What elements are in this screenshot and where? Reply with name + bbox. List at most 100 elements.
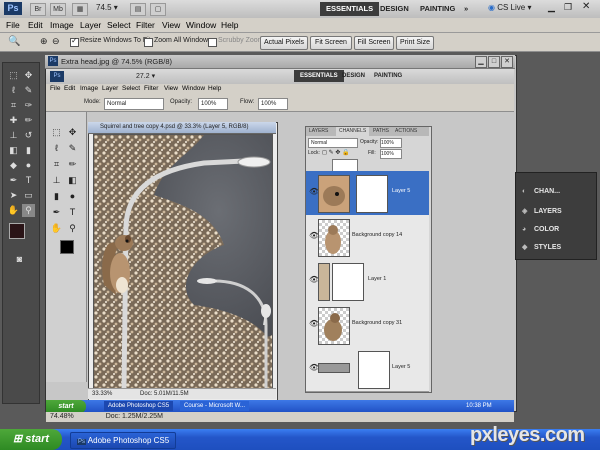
lock-icons[interactable]: ◻ ✎ ✥ 🔒 bbox=[322, 149, 350, 156]
eraser-tool-icon[interactable]: ◧ bbox=[7, 144, 20, 157]
inner-menu-layer[interactable]: Layer bbox=[102, 85, 118, 92]
eye-icon[interactable]: 👁 bbox=[309, 231, 319, 240]
tab-channels[interactable]: CHANNELS bbox=[336, 127, 370, 136]
inner-menu-edit[interactable]: Edit bbox=[64, 85, 75, 92]
eye-icon[interactable]: 👁 bbox=[309, 319, 319, 328]
quick-select-icon[interactable]: ✎ bbox=[22, 84, 35, 97]
inner-crop-icon[interactable]: ⌗ bbox=[50, 158, 63, 171]
zoom-in-icon[interactable]: ⊕ bbox=[40, 36, 48, 47]
history-brush-icon[interactable]: ↺ bbox=[22, 129, 35, 142]
menu-view[interactable]: View bbox=[162, 20, 180, 30]
inner-menu-select[interactable]: Select bbox=[122, 85, 140, 92]
menu-filter[interactable]: Filter bbox=[136, 20, 155, 30]
inner-flow-field[interactable]: 100% bbox=[258, 98, 288, 110]
marquee-tool-icon[interactable]: ⬚ bbox=[7, 69, 20, 82]
inner-task-photoshop[interactable]: Adobe Photoshop CS5 bbox=[104, 401, 174, 411]
zoom-tool-icon[interactable]: 🔍 bbox=[8, 36, 20, 47]
menu-select[interactable]: Select bbox=[107, 20, 131, 30]
path-select-icon[interactable]: ➤ bbox=[7, 189, 20, 202]
blur-tool-icon[interactable]: ◆ bbox=[7, 159, 20, 172]
inner-task-word[interactable]: Course - Microsoft W... bbox=[180, 401, 250, 411]
fill-screen-button[interactable]: Fill Screen bbox=[354, 36, 394, 50]
inner-workspace-design[interactable]: DESIGN bbox=[336, 70, 371, 82]
outer-close-icon[interactable]: ✕ bbox=[501, 56, 513, 68]
inner-stamp-icon[interactable]: ⊥ bbox=[50, 174, 63, 187]
menu-help[interactable]: Help bbox=[221, 20, 238, 30]
cs-live-button[interactable]: ◉ CS Live ▾ bbox=[488, 3, 531, 12]
zoom-tool-icon[interactable]: ⚲ bbox=[22, 204, 35, 217]
layer-row[interactable]: 👁 Layer 5 bbox=[306, 347, 429, 392]
inner-workspace-painting[interactable]: PAINTING bbox=[368, 70, 408, 82]
inner-menu-help[interactable]: Help bbox=[208, 85, 221, 92]
mini-bridge-icon[interactable]: Mb bbox=[50, 3, 66, 16]
inner-eraser-icon[interactable]: ◧ bbox=[66, 174, 79, 187]
tab-actions[interactable]: ACTIONS bbox=[392, 127, 420, 136]
crop-tool-icon[interactable]: ⌗ bbox=[7, 99, 20, 112]
dock-color[interactable]: ◕ COLOR bbox=[522, 221, 592, 239]
inner-hand-icon[interactable]: ✋ bbox=[50, 222, 63, 235]
screen-mode-icon[interactable]: ▢ bbox=[150, 3, 166, 16]
inner-menu-image[interactable]: Image bbox=[80, 85, 98, 92]
inner-menu-window[interactable]: Window bbox=[182, 85, 205, 92]
inner-marquee-icon[interactable]: ⬚ bbox=[50, 126, 63, 139]
gradient-tool-icon[interactable]: ▮ bbox=[22, 144, 35, 157]
menu-file[interactable]: File bbox=[6, 20, 20, 30]
dock-channels[interactable]: ◐ CHAN... bbox=[522, 183, 592, 201]
hand-tool-icon[interactable]: ✋ bbox=[7, 204, 20, 217]
layer-opacity-field[interactable]: 100% bbox=[380, 138, 402, 148]
fit-screen-button[interactable]: Fit Screen bbox=[310, 36, 352, 50]
inner-menu-filter[interactable]: Filter bbox=[144, 85, 158, 92]
menu-edit[interactable]: Edit bbox=[28, 20, 43, 30]
eye-icon[interactable]: 👁 bbox=[309, 363, 319, 372]
inner-foreground-swatch[interactable] bbox=[60, 240, 74, 254]
layer-row[interactable]: 👁 Layer 1 bbox=[306, 259, 429, 304]
inner-menu-file[interactable]: File bbox=[50, 85, 60, 92]
fill-field[interactable]: 100% bbox=[380, 149, 402, 159]
eye-icon[interactable]: 👁 bbox=[309, 275, 319, 284]
inner-pen-icon[interactable]: ✒ bbox=[50, 206, 63, 219]
dodge-tool-icon[interactable]: ● bbox=[22, 159, 35, 172]
workspace-design[interactable]: DESIGN bbox=[374, 2, 415, 16]
inner-mode-select[interactable]: Normal bbox=[104, 98, 164, 110]
blend-mode-select[interactable]: Normal bbox=[308, 138, 358, 148]
dock-styles[interactable]: ◆ STYLES bbox=[522, 239, 592, 257]
inner-zoom-icon[interactable]: ⚲ bbox=[66, 222, 79, 235]
zoom-level-dropdown[interactable]: 74.5 ▾ bbox=[96, 3, 118, 12]
quick-mask-icon[interactable]: ◙ bbox=[13, 253, 26, 266]
tab-paths[interactable]: PATHS bbox=[370, 127, 392, 136]
inner-zoom-dropdown[interactable]: 27.2 ▾ bbox=[136, 72, 155, 80]
print-size-button[interactable]: Print Size bbox=[396, 36, 434, 50]
actual-pixels-button[interactable]: Actual Pixels bbox=[260, 36, 308, 50]
inner-menu-view[interactable]: View bbox=[164, 85, 178, 92]
type-tool-icon[interactable]: T bbox=[22, 174, 35, 187]
menu-layer[interactable]: Layer bbox=[80, 20, 101, 30]
inner-type-icon[interactable]: T bbox=[66, 206, 79, 219]
dock-layers[interactable]: ◈ LAYERS bbox=[522, 203, 592, 221]
layer-row[interactable]: 👁 Background copy 14 bbox=[306, 215, 429, 260]
shape-tool-icon[interactable]: ▭ bbox=[22, 189, 35, 202]
zoom-all-checkbox[interactable] bbox=[144, 38, 153, 47]
healing-brush-icon[interactable]: ✚ bbox=[7, 114, 20, 127]
inner-lasso-icon[interactable]: ℓ bbox=[50, 142, 63, 155]
foreground-color-swatch[interactable] bbox=[9, 223, 25, 239]
start-button[interactable]: ⊞ start bbox=[0, 429, 62, 450]
layer-row[interactable]: 👁 Layer 5 bbox=[306, 171, 429, 216]
document-canvas[interactable] bbox=[93, 134, 273, 390]
tab-layers[interactable]: LAYERS bbox=[306, 127, 331, 136]
move-tool-icon[interactable]: ✥ bbox=[22, 69, 35, 82]
more-workspaces-button[interactable]: » bbox=[458, 2, 474, 16]
resize-windows-checkbox[interactable] bbox=[70, 36, 79, 47]
workspace-essentials[interactable]: ESSENTIALS bbox=[320, 2, 380, 16]
inner-brush-icon[interactable]: ✏ bbox=[66, 158, 79, 171]
eyedropper-tool-icon[interactable]: ✑ bbox=[22, 99, 35, 112]
pen-tool-icon[interactable]: ✒ bbox=[7, 174, 20, 187]
restore-icon[interactable]: ❐ bbox=[564, 2, 572, 13]
inner-wand-icon[interactable]: ✎ bbox=[66, 142, 79, 155]
outer-minimize-icon[interactable]: ▁ bbox=[475, 56, 487, 68]
view-extras-icon[interactable]: ▦ bbox=[72, 3, 88, 16]
inner-move-icon[interactable]: ✥ bbox=[66, 126, 79, 139]
workspace-painting[interactable]: PAINTING bbox=[414, 2, 461, 16]
inner-opacity-field[interactable]: 100% bbox=[198, 98, 228, 110]
taskbar-item-photoshop[interactable]: Ps Adobe Photoshop CS5 bbox=[70, 432, 177, 449]
bridge-icon[interactable]: Br bbox=[30, 3, 46, 16]
